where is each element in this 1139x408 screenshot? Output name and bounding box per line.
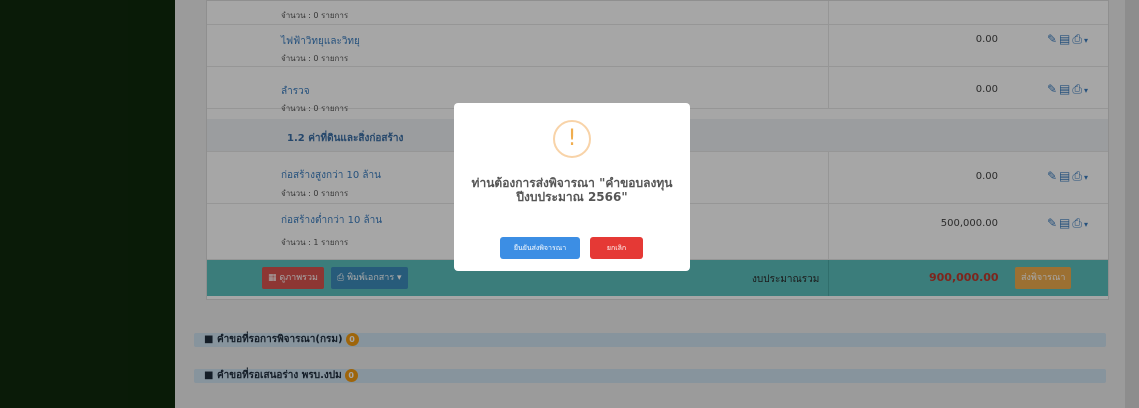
confirm-submit-button[interactable]: ยืนยันส่งพิจารณา bbox=[500, 237, 580, 259]
confirm-dialog: ! ท่านต้องการส่งพิจารณา "คำขอบลงทุน ปีงบ… bbox=[454, 103, 690, 271]
cancel-button[interactable]: ยกเลิก bbox=[590, 237, 643, 259]
dialog-message: ท่านต้องการส่งพิจารณา "คำขอบลงทุน ปีงบปร… bbox=[471, 176, 673, 204]
warning-icon: ! bbox=[553, 120, 591, 158]
